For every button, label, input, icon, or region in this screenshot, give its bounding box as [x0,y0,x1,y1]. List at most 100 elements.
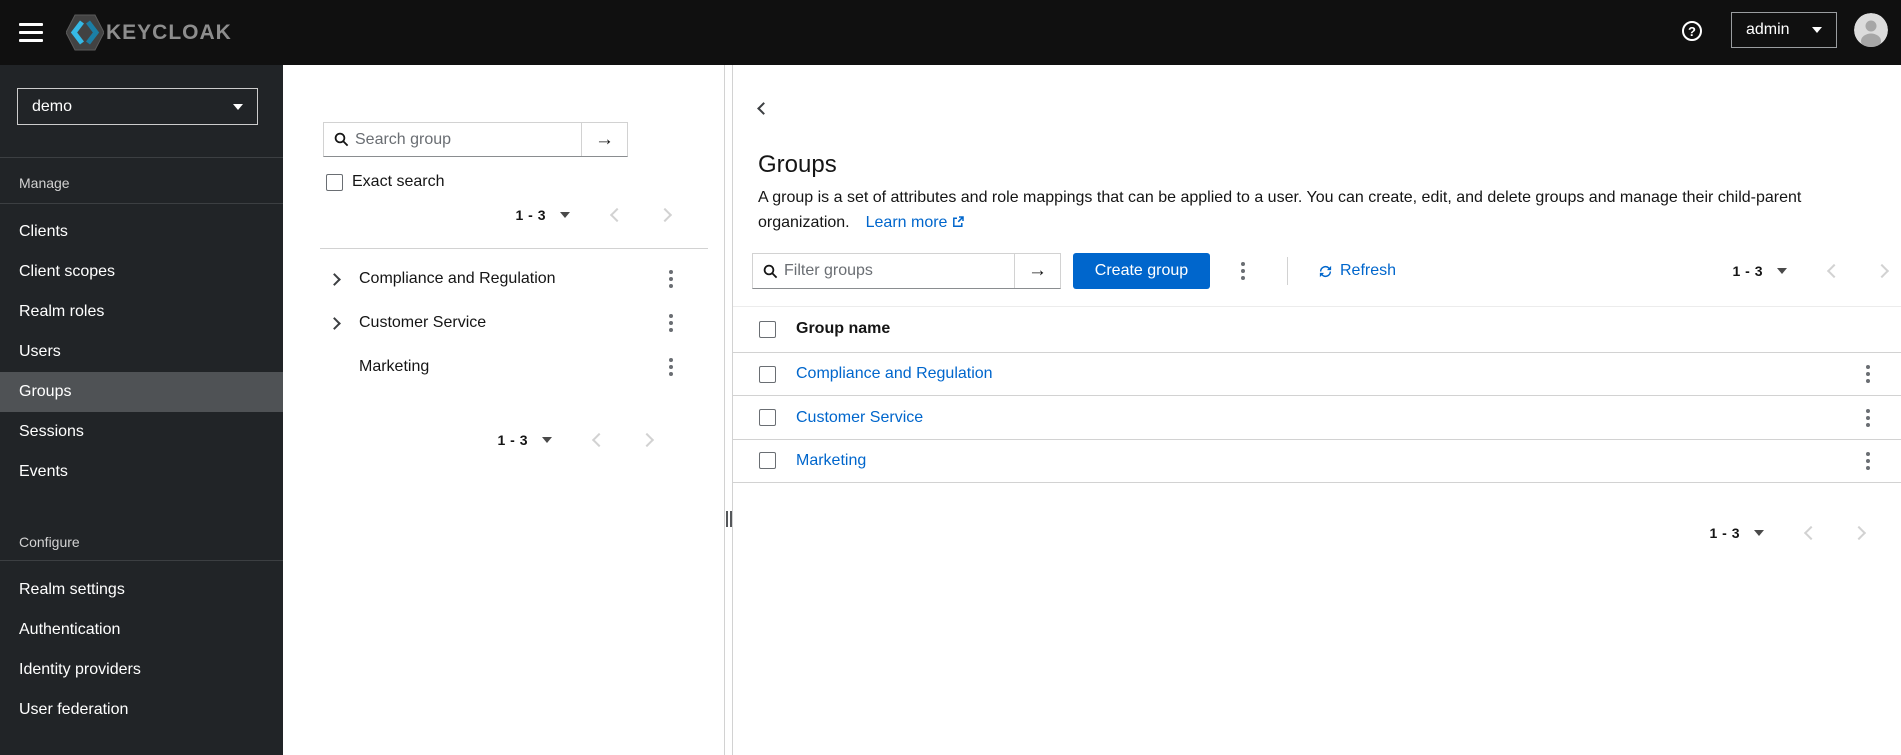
user-menu-label: admin [1746,21,1790,38]
keycloak-logo: KEYCLOAK [66,12,232,53]
group-link[interactable]: Marketing [796,452,866,470]
panel-split-line [724,65,725,755]
search-icon [334,132,349,147]
groups-table-body: Compliance and Regulation Customer Servic… [733,353,1901,484]
filter-submit-button[interactable]: → [1014,254,1060,288]
pagination-range[interactable]: 1 - 3 [515,207,546,223]
table-row: Compliance and Regulation [733,353,1901,397]
next-page-icon[interactable] [1874,263,1890,279]
tree-pagination-bottom: 1 - 3 [497,422,655,458]
learn-more-link[interactable]: Learn more [866,214,965,231]
chevron-down-icon [1812,27,1822,33]
previous-page-icon[interactable] [1803,525,1819,541]
angle-left-icon [757,102,770,115]
sidebar-item-events[interactable]: Events [0,452,283,492]
page-description: A group is a set of attributes and role … [758,185,1873,235]
select-all-checkbox[interactable] [759,320,776,338]
brand-text: KEYCLOAK [106,20,232,44]
previous-page-icon[interactable] [1826,263,1842,279]
refresh-label: Refresh [1340,262,1397,279]
group-name-label: Customer Service [359,314,487,331]
filter-groups-input[interactable] [778,262,1014,280]
sidebar-divider [0,203,283,204]
avatar[interactable] [1854,13,1888,47]
column-header-group-name: Group name [796,320,891,337]
kebab-menu-icon[interactable] [669,269,673,290]
sidebar-item-user-federation[interactable]: User federation [0,690,283,730]
toolbar-kebab-container [1241,253,1245,289]
chevron-down-icon [233,103,243,110]
group-name-label: Marketing [359,358,430,375]
group-link[interactable]: Compliance and Regulation [796,365,993,383]
sidebar-item-client-scopes[interactable]: Client scopes [0,252,283,292]
sidebar-section-configure-label: Configure [19,534,80,550]
sidebar-item-clients[interactable]: Clients [0,212,283,252]
group-link[interactable]: Customer Service [796,409,923,427]
kebab-menu-icon[interactable] [1866,407,1870,428]
group-search-input[interactable] [349,130,581,149]
expand-chevron-icon[interactable] [328,316,341,330]
next-page-icon[interactable] [657,207,673,223]
table-pagination-bottom: 1 - 3 [1709,515,1867,551]
page-title: Groups [758,151,837,179]
sidebar-item-sessions[interactable]: Sessions [0,412,283,452]
kebab-menu-icon[interactable] [1866,364,1870,385]
pagination-options-caret-icon[interactable] [542,437,552,443]
sidebar: demo Manage Clients Client scopes Realm ro… [0,65,283,755]
sidebar-divider [0,157,283,158]
help-icon[interactable]: ? [1682,21,1702,41]
keycloak-admin-console: { "topbar": { "brand_text": "KEYCLOAK", … [0,0,1901,755]
row-checkbox[interactable] [759,409,776,427]
pagination-range[interactable]: 1 - 3 [1709,525,1740,541]
pagination-options-caret-icon[interactable] [1777,268,1787,274]
pagination-options-caret-icon[interactable] [1754,530,1764,536]
learn-more-label: Learn more [865,214,948,231]
pagination-range[interactable]: 1 - 3 [1732,263,1763,279]
sidebar-item-users[interactable]: Users [0,332,283,372]
next-page-icon[interactable] [1851,525,1867,541]
collapse-drawer-button[interactable] [755,96,772,122]
topbar: KEYCLOAK ? admin [0,0,1901,65]
sidebar-item-groups[interactable]: Groups [0,372,283,412]
kebab-menu-icon[interactable] [669,313,673,334]
group-tree-item[interactable]: Compliance and Regulation [283,257,724,301]
pagination-range[interactable]: 1 - 3 [497,432,528,448]
previous-page-icon[interactable] [591,432,607,448]
sidebar-divider [0,560,283,561]
sidebar-item-realm-roles[interactable]: Realm roles [0,292,283,332]
sidebar-item-identity-providers[interactable]: Identity providers [0,650,283,690]
row-checkbox[interactable] [759,452,776,470]
refresh-button[interactable]: Refresh [1318,253,1396,289]
group-tree-panel: → Exact search 1 - 3 Compliance and Regu… [283,65,724,755]
keycloak-logo-icon [66,14,104,51]
kebab-menu-icon[interactable] [669,357,673,378]
group-tree-item[interactable]: Marketing [283,345,724,389]
groups-main-panel: Groups A group is a set of attributes an… [732,65,1901,755]
user-menu-dropdown[interactable]: admin [1731,12,1837,48]
pagination-options-caret-icon[interactable] [560,212,570,218]
sidebar-section-list-0: Clients Client scopes Realm roles Users Grou… [0,212,283,492]
kebab-menu-icon[interactable] [1241,261,1245,282]
row-checkbox[interactable] [759,365,776,383]
groups-table-header: Group name [733,306,1901,353]
search-icon [763,264,778,279]
nav-toggle-hamburger-icon[interactable] [19,23,43,42]
exact-search-label: Exact search [352,173,445,190]
group-name-label: Compliance and Regulation [359,270,556,287]
kebab-menu-icon[interactable] [1866,450,1870,471]
previous-page-icon[interactable] [609,207,625,223]
group-tree-item[interactable]: Customer Service [283,301,724,345]
table-row: Customer Service [733,396,1901,440]
exact-search-checkbox[interactable] [326,173,343,191]
toolbar-separator [1287,257,1288,285]
sidebar-item-realm-settings[interactable]: Realm settings [0,570,283,610]
next-page-icon[interactable] [639,432,655,448]
search-submit-button[interactable]: → [581,123,627,156]
sidebar-item-authentication[interactable]: Authentication [0,610,283,650]
table-row: Marketing [733,440,1901,484]
expand-chevron-icon[interactable] [328,272,341,286]
create-group-button[interactable]: Create group [1073,253,1210,289]
group-search-box: → [323,122,628,157]
realm-selector[interactable]: demo [17,88,258,125]
refresh-icon [1319,265,1332,277]
